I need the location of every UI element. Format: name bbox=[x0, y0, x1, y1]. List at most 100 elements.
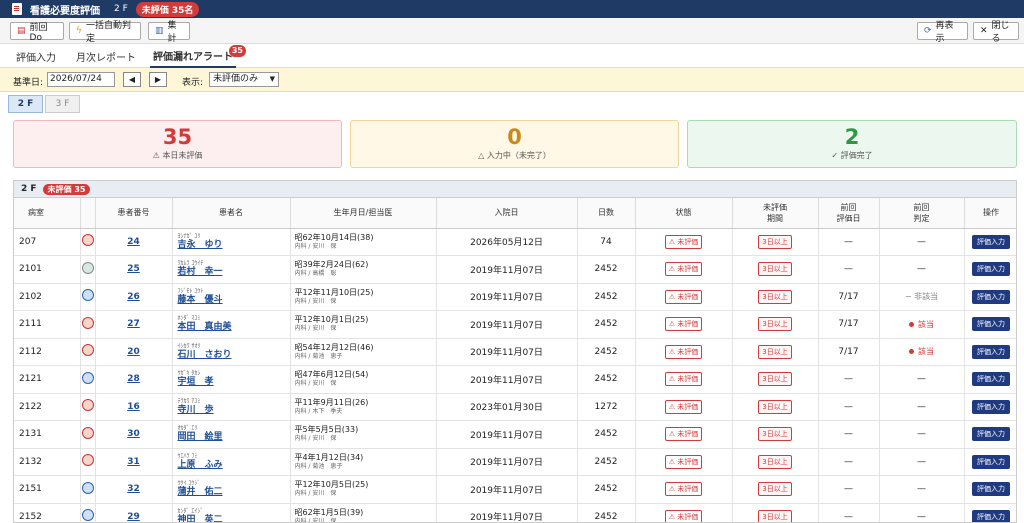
patient-name-cell: ﾃﾗｶﾜ ｱﾕﾐ 寺川 歩 bbox=[172, 393, 291, 421]
display-select[interactable]: 未評価のみ ▼ bbox=[209, 72, 279, 87]
refresh-button[interactable]: ⟳ 再表示 bbox=[917, 21, 968, 44]
evaluate-button[interactable]: 評価入力 bbox=[972, 289, 1010, 304]
patient-name-link[interactable]: 石川 さおり bbox=[178, 350, 290, 361]
col-patient-id: 患者番号 bbox=[95, 198, 173, 229]
tab-missing-alert[interactable]: 評価漏れアラート 35 bbox=[150, 44, 246, 68]
patient-table: 病室 患者番号 患者名 生年月日/担当医 入院日 日数 状態 未評価 期間 前回… bbox=[14, 198, 1016, 522]
table-row[interactable]: 2152 29 ｶﾝﾀﾞ ｴｲｼﾞ 神田 英二 昭62年1月5日(39) 内科 … bbox=[14, 503, 1016, 522]
status-badge: ⚠ 未評価 bbox=[664, 399, 703, 414]
patient-id-link[interactable]: 25 bbox=[127, 264, 140, 274]
tab-monthly-report[interactable]: 月次レポート bbox=[75, 44, 137, 68]
evaluate-button[interactable]: 評価入力 bbox=[972, 372, 1010, 387]
ward-tab-2f[interactable]: 2 F bbox=[8, 95, 43, 113]
patient-id-link[interactable]: 24 bbox=[127, 237, 140, 247]
table-row[interactable]: 2111 27 ﾎﾝﾀﾞ ﾏﾕﾐ 本田 真由美 平12年10月1日(25) 内科… bbox=[14, 310, 1016, 339]
dob-cell: 平12年10月5日(25) 内科 / 安川 保 bbox=[290, 475, 437, 504]
ward-tab-3f[interactable]: 3 F bbox=[45, 95, 80, 113]
patient-name-link[interactable]: 神田 英二 bbox=[178, 515, 290, 522]
prev-date-button[interactable]: ◀ bbox=[123, 72, 141, 87]
red-dot-icon bbox=[909, 349, 914, 355]
document-icon: ▤ bbox=[17, 26, 26, 36]
table-row[interactable]: 2121 28 ｳｶﾞｷ ﾀｶｼ 宇垣 孝 昭47年6月12日(54) 内科 /… bbox=[14, 365, 1016, 394]
patient-id-link[interactable]: 29 bbox=[127, 512, 140, 522]
patient-id-link[interactable]: 27 bbox=[127, 319, 140, 329]
evaluate-button[interactable]: 評価入力 bbox=[972, 454, 1010, 469]
patient-id-cell: 24 bbox=[95, 228, 173, 256]
evaluate-button[interactable]: 評価入力 bbox=[972, 317, 1010, 332]
status-cell: ⚠ 未評価 bbox=[635, 228, 733, 256]
auto-judge-button[interactable]: ϟ 一括自動判定 bbox=[69, 21, 141, 44]
patient-name-link[interactable]: 上原 ふみ bbox=[178, 460, 290, 471]
close-icon: ✕ bbox=[980, 26, 988, 36]
tab-evaluation-input[interactable]: 評価入力 bbox=[10, 44, 62, 68]
status-badge: ⚠ 未評価 bbox=[664, 372, 703, 387]
close-button[interactable]: ✕ 閉じる bbox=[973, 21, 1019, 44]
patient-id-link[interactable]: 31 bbox=[127, 457, 140, 467]
period-badge: 3日以上 bbox=[758, 234, 792, 249]
aggregate-button[interactable]: ▥ 集計 bbox=[148, 21, 190, 44]
room-cell: 2122 bbox=[14, 393, 81, 421]
evaluate-button[interactable]: 評価入力 bbox=[972, 427, 1010, 442]
patient-id-link[interactable]: 26 bbox=[127, 292, 140, 302]
period-badge: 3日以上 bbox=[758, 372, 792, 387]
admission-date-cell: 2019年11月07日 bbox=[436, 503, 578, 522]
in-progress-label: △ 入力中（未完了） bbox=[478, 151, 551, 160]
patient-id-link[interactable]: 32 bbox=[127, 484, 140, 494]
prev-do-button[interactable]: ▤ 前回Do bbox=[10, 22, 64, 43]
prev-date-cell: — bbox=[818, 420, 880, 449]
female-avatar-icon bbox=[81, 426, 94, 439]
patient-name-link[interactable]: 蒲井 佑二 bbox=[178, 487, 290, 498]
patient-name-link[interactable]: 寺川 歩 bbox=[178, 405, 290, 416]
base-date-input[interactable]: 2026/07/24 bbox=[47, 72, 115, 87]
room-cell: 2151 bbox=[14, 475, 81, 504]
table-row[interactable]: 2122 16 ﾃﾗｶﾜ ｱﾕﾐ 寺川 歩 平11年9月11日(26) 内科 /… bbox=[14, 393, 1016, 421]
patient-name-link[interactable]: 宇垣 孝 bbox=[178, 377, 290, 388]
evaluate-button[interactable]: 評価入力 bbox=[972, 344, 1010, 359]
patient-name-cell: ｳｸｲ ﾕｳｼﾞ 蒲井 佑二 bbox=[172, 475, 291, 504]
chevron-down-icon: ▼ bbox=[269, 75, 275, 83]
patient-id-link[interactable]: 30 bbox=[127, 429, 140, 439]
patient-name-link[interactable]: 若村 幸一 bbox=[178, 267, 290, 278]
patient-name-link[interactable]: 岡田 絵里 bbox=[178, 432, 290, 443]
patient-name-cell: ﾖｼﾅｶﾞ ﾕﾘ 吉永 ゆり bbox=[172, 228, 291, 256]
patient-id-link[interactable]: 20 bbox=[127, 347, 140, 357]
patient-name-cell: ｵｶﾀﾞ ｴﾘ 岡田 絵里 bbox=[172, 420, 291, 449]
status-badge: ⚠ 未評価 bbox=[664, 482, 703, 497]
male-avatar-icon bbox=[81, 509, 94, 522]
alert-count-badge: 35 bbox=[228, 45, 246, 57]
table-row[interactable]: 207 24 ﾖｼﾅｶﾞ ﾕﾘ 吉永 ゆり 昭62年10月14日(38) 内科 … bbox=[14, 228, 1016, 256]
table-row[interactable]: 2131 30 ｵｶﾀﾞ ｴﾘ 岡田 絵里 平5年5月5日(33) 内科 / 安… bbox=[14, 420, 1016, 449]
evaluate-button[interactable]: 評価入力 bbox=[972, 482, 1010, 497]
table-row[interactable]: 2132 31 ｳｴﾊﾗ ﾌﾐ 上原 ふみ 平4年1月12日(34) 内科 / … bbox=[14, 448, 1016, 476]
display-label: 表示: bbox=[182, 78, 204, 88]
room-cell: 2111 bbox=[14, 310, 81, 339]
next-date-button[interactable]: ▶ bbox=[149, 72, 167, 87]
action-cell: 評価入力 bbox=[964, 475, 1016, 504]
admission-date-cell: 2023年01月30日 bbox=[436, 393, 578, 421]
patient-name-link[interactable]: 藤本 優斗 bbox=[178, 295, 290, 306]
table-row[interactable]: 2102 26 ﾌｼﾞﾓﾄ ﾕｳﾄ 藤本 優斗 平12年11月10日(25) 内… bbox=[14, 283, 1016, 311]
toolbar: ▤ 前回Do ϟ 一括自動判定 ▥ 集計 ⟳ 再表示 ✕ 閉じる bbox=[0, 18, 1024, 44]
status-badge: ⚠ 未評価 bbox=[664, 262, 703, 277]
table-row[interactable]: 2112 20 ｲｼｶﾜ ｻｵﾘ 石川 さおり 昭54年12月12日(46) 内… bbox=[14, 338, 1016, 366]
ward-section: 2 F 未評価 35 病室 患者番号 患者名 生年月日/担当医 入院日 日数 状… bbox=[13, 180, 1017, 523]
room-cell: 2132 bbox=[14, 448, 81, 476]
patient-id-link[interactable]: 16 bbox=[127, 402, 140, 412]
male-avatar-icon bbox=[81, 371, 94, 384]
table-row[interactable]: 2101 25 ﾜｶﾑﾗ ｺｳｲﾁ 若村 幸一 昭39年2月24日(62) 内科… bbox=[14, 255, 1016, 284]
status-badge: ⚠ 未評価 bbox=[664, 317, 703, 332]
days-cell: 2452 bbox=[577, 503, 636, 522]
table-row[interactable]: 2151 32 ｳｸｲ ﾕｳｼﾞ 蒲井 佑二 平12年10月5日(25) 内科 … bbox=[14, 475, 1016, 504]
patient-name-link[interactable]: 本田 真由美 bbox=[178, 322, 290, 333]
patient-kana: ﾌｼﾞﾓﾄ ﾕｳﾄ bbox=[177, 287, 204, 295]
patient-name-link[interactable]: 吉永 ゆり bbox=[178, 240, 290, 251]
evaluate-button[interactable]: 評価入力 bbox=[972, 262, 1010, 277]
judge-not-applicable: − 非該当 bbox=[904, 292, 939, 302]
admission-date-cell: 2026年05月12日 bbox=[436, 228, 578, 256]
evaluate-button[interactable]: 評価入力 bbox=[972, 234, 1010, 249]
admission-date-cell: 2019年11月07日 bbox=[436, 475, 578, 504]
patient-id-link[interactable]: 28 bbox=[127, 374, 140, 384]
evaluate-button[interactable]: 評価入力 bbox=[972, 509, 1010, 522]
bar-chart-icon: ▥ bbox=[155, 26, 164, 36]
evaluate-button[interactable]: 評価入力 bbox=[972, 399, 1010, 414]
